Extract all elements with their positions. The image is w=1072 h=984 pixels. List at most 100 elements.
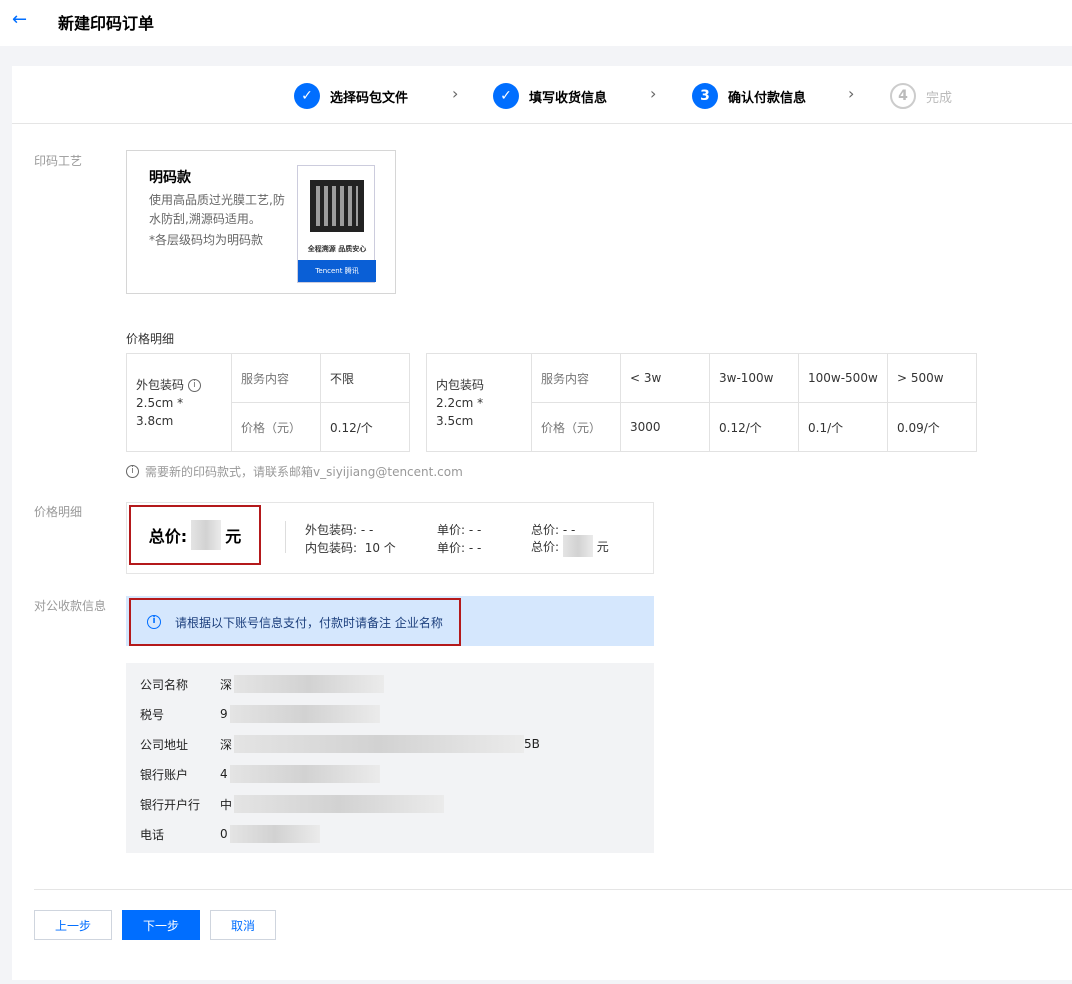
step-3-label: 确认付款信息 <box>728 90 807 106</box>
outer-row1-value: 不限 <box>320 353 410 403</box>
bank-value-suffix: 5B <box>524 737 540 751</box>
bank-value: 9 <box>220 707 228 721</box>
redacted-block <box>229 825 320 843</box>
inner-tier-3: 100w-500w <box>798 353 888 403</box>
bank-row-phone: 电话 0 <box>140 824 320 844</box>
step-4: 4 完成 <box>890 82 952 110</box>
step-3: 3 确认付款信息 <box>692 82 806 110</box>
summary-divider <box>285 521 286 553</box>
craft-card[interactable]: 明码款 使用高品质过光膜工艺,防水防刮,溯源码适用。 *各层级码均为明码款 全程… <box>126 150 396 294</box>
total-label: 总价: <box>148 527 188 546</box>
footer-divider <box>34 889 1072 890</box>
total-price-highlight: 总价: 元 <box>129 505 261 565</box>
step-2-label: 填写收货信息 <box>529 90 608 106</box>
outer-price-table: 外包装码 i 2.5cm * 3.8cm 服务内容 不限 价格（元） 0.12/… <box>126 353 410 452</box>
inner-price-2: 0.12/个 <box>709 402 799 452</box>
craft-field-label: 印码工艺 <box>34 154 83 168</box>
payment-notice-text: 请根据以下账号信息支付，付款时请备注 企业名称 <box>175 615 443 630</box>
redacted-block <box>234 795 445 813</box>
bank-key: 银行开户行 <box>140 797 201 812</box>
step-1: ✓ 选择码包文件 <box>294 82 408 110</box>
bank-value: 深 <box>220 677 233 692</box>
inner-subtotal-row: 总价: 元 <box>531 535 609 557</box>
prev-button[interactable]: 上一步 <box>34 910 112 940</box>
inner-label: 内包装码: <box>305 541 358 555</box>
qr-code-icon <box>310 180 364 232</box>
payment-notice-highlight: i 请根据以下账号信息支付，付款时请备注 企业名称 <box>129 598 461 646</box>
inner-name-cell: 内包装码 2.2cm * 3.5cm <box>426 353 532 452</box>
chevron-right-icon: › <box>650 84 657 103</box>
price-summary: 总价: 元 外包装码: - - 内包装码: 10 个 单价: - - 单价: -… <box>126 502 654 574</box>
bank-key: 税号 <box>140 707 165 722</box>
outer-qty-row: 外包装码: - - <box>305 521 373 538</box>
outer-row1-label: 服务内容 <box>231 353 321 403</box>
inner-qty-row: 内包装码: 10 个 <box>305 539 396 556</box>
cancel-button[interactable]: 取消 <box>210 910 276 940</box>
outer-qty: - - <box>360 523 374 537</box>
bank-value: 中 <box>220 797 233 812</box>
contact-text: 需要新的印码款式，请联系邮箱v_siyijiang@tencent.com <box>145 465 463 479</box>
info-icon: i <box>126 465 139 478</box>
inner-tier-2: 3w-100w <box>709 353 799 403</box>
inner-tier-4: > 500w <box>887 353 977 403</box>
contact-hint: i 需要新的印码款式，请联系邮箱v_siyijiang@tencent.com <box>126 463 463 480</box>
inner-price-4: 0.09/个 <box>887 402 977 452</box>
bank-value: 4 <box>220 767 228 781</box>
redacted-block <box>229 705 380 723</box>
inner-subtotal-unit: 元 <box>596 539 609 554</box>
outer-name-cell: 外包装码 i 2.5cm * 3.8cm <box>126 353 232 452</box>
outer-unit: - - <box>468 523 482 537</box>
check-icon: ✓ <box>294 83 320 109</box>
bank-value: 0 <box>220 827 228 841</box>
inner-unit-row: 单价: - - <box>437 539 481 556</box>
redacted-block <box>229 765 380 783</box>
chevron-right-icon: › <box>848 84 855 103</box>
bank-key: 银行账户 <box>140 767 189 782</box>
info-icon[interactable]: i <box>187 378 201 392</box>
next-button[interactable]: 下一步 <box>122 910 200 940</box>
bank-key: 电话 <box>140 827 165 842</box>
total-value-redacted <box>191 520 222 550</box>
total-unit: 元 <box>225 527 242 546</box>
bank-value: 深 <box>220 737 233 752</box>
inner-name: 内包装码 <box>436 377 485 392</box>
bank-key: 公司名称 <box>140 677 189 692</box>
info-icon: i <box>147 615 161 629</box>
craft-note: *各层级码均为明码款 <box>149 233 264 247</box>
redacted-block <box>234 735 525 753</box>
bank-row-address: 公司地址 深 5B <box>140 734 540 754</box>
unit-label: 单价: <box>437 523 466 537</box>
step-3-number: 3 <box>692 83 718 109</box>
outer-name: 外包装码 <box>136 377 185 392</box>
outer-row2-value: 0.12/个 <box>320 402 410 452</box>
outer-unit-row: 单价: - - <box>437 521 481 538</box>
inner-tier-1: < 3w <box>620 353 710 403</box>
bank-key: 公司地址 <box>140 737 189 752</box>
payment-field-label: 对公收款信息 <box>34 599 107 613</box>
inner-unit: - - <box>468 541 482 555</box>
arrow-left-icon[interactable]: ← <box>12 8 34 32</box>
craft-desc: 使用高品质过光膜工艺,防水防刮,溯源码适用。 <box>149 193 285 226</box>
qr-brand: Tencent 腾讯 <box>298 260 376 282</box>
step-4-number: 4 <box>890 83 916 109</box>
qr-label-image: 全程溯源 品质安心 Tencent 腾讯 <box>297 165 376 283</box>
inner-row1-label: 服务内容 <box>531 353 621 403</box>
outer-label: 外包装码: <box>305 523 358 537</box>
page-title: 新建印码订单 <box>58 14 155 33</box>
bank-row-tax: 税号 9 <box>140 704 380 724</box>
outer-size: 2.5cm * 3.8cm <box>136 395 184 428</box>
inner-price-3: 0.1/个 <box>798 402 888 452</box>
inner-size: 2.2cm * 3.5cm <box>436 395 484 428</box>
price-detail-title: 价格明细 <box>126 332 175 346</box>
steps-divider <box>12 123 1072 124</box>
bank-row-account: 银行账户 4 <box>140 764 380 784</box>
summary-field-label: 价格明细 <box>34 505 83 519</box>
step-4-label: 完成 <box>926 90 953 106</box>
inner-row2-label: 价格（元） <box>531 402 621 452</box>
bank-row-company: 公司名称 深 <box>140 674 385 694</box>
check-icon: ✓ <box>493 83 519 109</box>
inner-qty: 10 个 <box>364 541 396 555</box>
unit-label: 单价: <box>437 541 466 555</box>
bank-row-bank: 银行开户行 中 <box>140 794 445 814</box>
inner-price-table: 内包装码 2.2cm * 3.5cm 服务内容 < 3w 3w-100w 100… <box>426 353 977 452</box>
